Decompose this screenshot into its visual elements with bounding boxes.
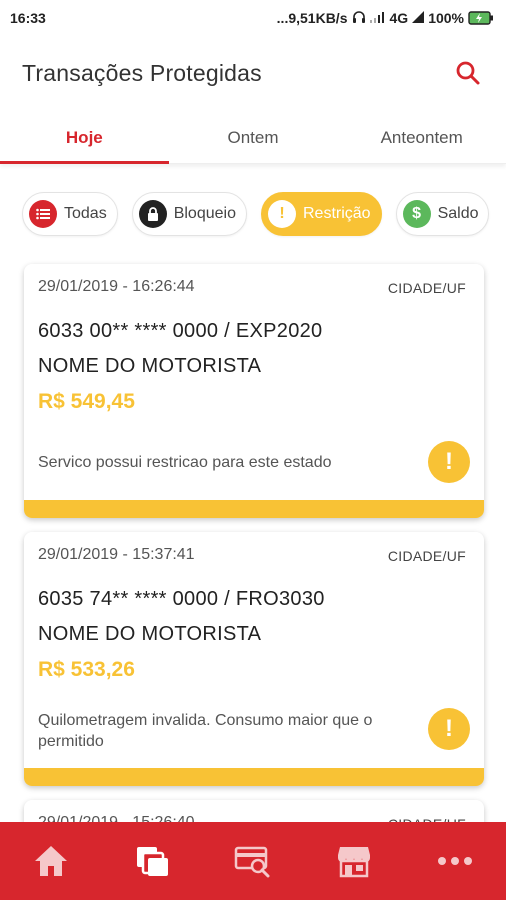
bottom-navigation <box>0 822 506 900</box>
search-button[interactable] <box>450 55 486 91</box>
filter-todas-chip[interactable]: Todas <box>22 192 118 236</box>
tab-hoje[interactable]: Hoje <box>0 112 169 164</box>
nav-more[interactable] <box>425 831 485 891</box>
transaction-amount: R$ 549,45 <box>38 390 135 413</box>
filter-saldo-label: Saldo <box>437 205 479 222</box>
network-type: 4G <box>389 10 409 26</box>
alert-icon: ! <box>428 441 470 483</box>
home-icon <box>34 846 67 876</box>
filter-chips: Todas Bloqueio ! Restrição $ Saldo <box>22 192 492 236</box>
nav-store[interactable] <box>324 831 384 891</box>
network-speed: ...9,51KB/s <box>276 10 348 26</box>
filter-bloqueio-chip[interactable]: Bloqueio <box>131 192 247 236</box>
nav-cards[interactable] <box>122 831 182 891</box>
page-title: Transações Protegidas <box>22 59 262 86</box>
card-search-icon <box>234 846 270 878</box>
transaction-location: CIDADE/UF <box>387 280 466 296</box>
transaction-datetime: 29/01/2019 - 16:26:44 <box>38 278 195 295</box>
status-time: 16:33 <box>10 10 46 26</box>
app-header: Transações Protegidas <box>0 36 506 110</box>
lock-icon <box>138 200 167 228</box>
headphones-icon <box>352 10 366 27</box>
signal-strength-icon <box>412 10 425 26</box>
transaction-card[interactable]: 29/01/2019 - 16:26:44 CIDADE/UF 6033 00*… <box>24 264 484 518</box>
restriction-message: Servico possui restricao para este estad… <box>38 454 332 471</box>
filter-todas-label: Todas <box>64 205 107 222</box>
driver-name: NOME DO MOTORISTA <box>38 623 262 645</box>
tab-anteontem[interactable]: Anteontem <box>337 112 506 163</box>
transaction-amount: R$ 533,26 <box>38 658 135 681</box>
card-number: 6035 74** **** 0000 / FRO3030 <box>38 588 325 610</box>
status-indicators: ...9,51KB/s 4G 100% <box>277 10 494 27</box>
driver-name: NOME DO MOTORISTA <box>38 355 262 377</box>
dollar-icon: $ <box>402 200 431 228</box>
search-icon <box>456 61 480 85</box>
filter-restricao-label: Restrição <box>302 205 371 222</box>
signal-icon <box>369 10 386 26</box>
cards-icon <box>136 847 168 876</box>
battery-level: 100% <box>428 10 464 26</box>
battery-icon <box>468 11 494 25</box>
nav-card-search[interactable] <box>223 831 283 891</box>
tab-ontem[interactable]: Ontem <box>169 112 338 163</box>
filter-bloqueio-label: Bloqueio <box>173 205 236 222</box>
day-tabs: Hoje Ontem Anteontem <box>0 112 506 164</box>
nav-home[interactable] <box>21 831 81 891</box>
store-icon <box>338 847 371 878</box>
list-icon <box>29 200 57 228</box>
more-icon <box>438 857 473 865</box>
card-number: 6033 00** **** 0000 / EXP2020 <box>38 320 323 342</box>
transaction-location: CIDADE/UF <box>387 548 466 564</box>
filter-saldo-chip[interactable]: $ Saldo <box>395 192 490 236</box>
alert-icon: ! <box>428 708 470 750</box>
transaction-card[interactable]: 29/01/2019 - 15:37:41 CIDADE/UF 6035 74*… <box>24 532 484 786</box>
transaction-datetime: 29/01/2019 - 15:37:41 <box>38 546 195 563</box>
exclamation-icon: ! <box>267 200 296 228</box>
status-bar-stripe <box>24 500 484 518</box>
restriction-message: Quilometragem invalida. Consumo maior qu… <box>38 712 373 750</box>
status-bar: 16:33 ...9,51KB/s 4G 100% <box>0 0 506 36</box>
filter-restricao-chip[interactable]: ! Restrição <box>260 192 382 236</box>
status-bar-stripe <box>24 768 484 786</box>
